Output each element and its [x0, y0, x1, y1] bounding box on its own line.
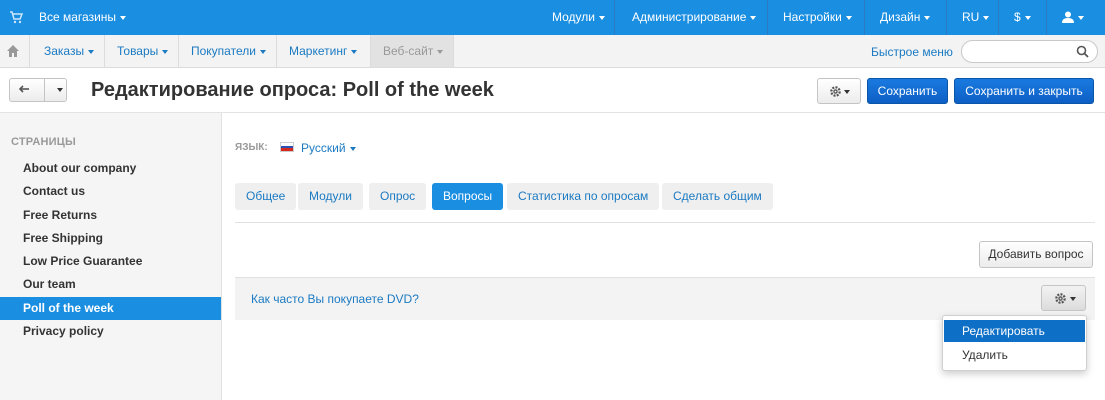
chevron-down-icon: [750, 15, 757, 20]
sidebar-item-free-shipping[interactable]: Free Shipping: [0, 227, 221, 250]
sidebar-item-contact[interactable]: Contact us: [0, 180, 221, 203]
menu-administration-label: Администрирование: [632, 10, 747, 24]
content-language-dropdown[interactable]: Русский: [301, 141, 356, 155]
quick-menu-link[interactable]: Быстрое меню: [871, 45, 953, 59]
question-actions-button[interactable]: [1041, 285, 1086, 311]
question-link[interactable]: Как часто Вы покупаете DVD?: [251, 292, 419, 306]
settings-dropdown-button[interactable]: [817, 78, 861, 104]
nav-products-label: Товары: [117, 44, 159, 58]
chevron-down-icon: [1024, 15, 1031, 20]
menu-design-label: Дизайн: [880, 10, 921, 24]
chevron-down-icon: [437, 49, 444, 54]
back-button-group[interactable]: [9, 78, 67, 102]
menu-settings-label: Настройки: [783, 10, 842, 24]
language-selector[interactable]: RU: [962, 10, 990, 24]
content-language-value: Русский: [301, 141, 346, 155]
tab-general[interactable]: Общее: [235, 183, 297, 210]
nav-orders[interactable]: Заказы: [44, 35, 95, 67]
sidebar: СТРАНИЦЫ About our company Contact us Fr…: [0, 113, 222, 400]
gear-icon: [830, 86, 841, 97]
divider: [44, 79, 45, 101]
nav-customers-label: Покупатели: [191, 44, 256, 58]
divider: [946, 0, 947, 35]
divider: [864, 0, 865, 35]
sidebar-item-about[interactable]: About our company: [0, 157, 221, 180]
top-bar: Все магазины Модули Администрирование На…: [0, 0, 1105, 35]
menu-administration[interactable]: Администрирование: [632, 10, 757, 24]
chevron-down-icon: [120, 15, 127, 20]
sidebar-item-privacy[interactable]: Privacy policy: [0, 320, 221, 343]
divider: [1046, 0, 1047, 35]
divider: [767, 0, 768, 35]
home-icon[interactable]: [7, 45, 19, 57]
currency-selector[interactable]: $: [1014, 10, 1031, 24]
language-label: ЯЗЫК:: [235, 142, 268, 153]
tab-poll-statistics[interactable]: Статистика по опросам: [507, 183, 660, 210]
all-stores-label: Все магазины: [39, 10, 117, 24]
language-code: RU: [962, 10, 980, 24]
page-title: Редактирование опроса: Poll of the week: [91, 79, 494, 101]
nav-marketing-label: Маркетинг: [289, 44, 348, 58]
nav-products[interactable]: Товары: [117, 35, 169, 67]
divider: [178, 35, 179, 67]
page-header: Редактирование опроса: Poll of the week …: [0, 68, 1105, 113]
cart-icon[interactable]: [9, 10, 23, 24]
menu-design[interactable]: Дизайн: [880, 10, 931, 24]
chevron-down-icon: [844, 90, 850, 94]
sidebar-item-low-price[interactable]: Low Price Guarantee: [0, 250, 221, 273]
chevron-down-icon: [924, 15, 931, 20]
divider: [276, 35, 277, 67]
nav-customers[interactable]: Покупатели: [191, 35, 266, 67]
tabs-divider: [235, 222, 1095, 223]
save-and-close-button[interactable]: Сохранить и закрыть: [954, 78, 1094, 104]
menu-modules-label: Модули: [552, 10, 595, 24]
main-nav: Заказы Товары Покупатели Маркетинг Веб-с…: [0, 35, 1105, 68]
sidebar-item-our-team[interactable]: Our team: [0, 273, 221, 296]
search-icon: [1076, 45, 1089, 58]
nav-website[interactable]: Веб-сайт: [371, 35, 453, 67]
question-row: Как часто Вы покупаете DVD?: [235, 277, 1095, 320]
chevron-down-icon: [845, 15, 852, 20]
gear-icon: [1055, 293, 1066, 304]
divider: [998, 0, 999, 35]
nav-marketing[interactable]: Маркетинг: [289, 35, 358, 67]
tab-modules[interactable]: Модули: [298, 183, 363, 210]
search-input[interactable]: [961, 40, 1098, 63]
russia-flag-icon: [280, 142, 294, 152]
chevron-down-icon: [1078, 15, 1084, 20]
menu-settings[interactable]: Настройки: [783, 10, 852, 24]
menu-modules[interactable]: Модули: [552, 10, 605, 24]
question-actions-menu: Редактировать Удалить: [942, 315, 1087, 371]
chevron-down-icon: [349, 146, 356, 151]
back-arrow-icon[interactable]: [19, 84, 35, 96]
tab-poll[interactable]: Опрос: [369, 183, 427, 210]
user-icon: [1062, 11, 1074, 23]
tab-questions[interactable]: Вопросы: [432, 183, 504, 210]
divider: [29, 35, 30, 67]
tab-share[interactable]: Сделать общим: [662, 183, 773, 210]
sidebar-item-poll-of-the-week[interactable]: Poll of the week: [0, 297, 221, 320]
save-button[interactable]: Сохранить: [867, 78, 948, 104]
menu-item-delete[interactable]: Удалить: [944, 344, 1085, 366]
all-stores-dropdown[interactable]: Все магазины: [39, 10, 127, 24]
chevron-down-icon: [88, 49, 95, 54]
add-question-button[interactable]: Добавить вопрос: [979, 241, 1093, 268]
nav-website-label: Веб-сайт: [383, 44, 434, 58]
chevron-down-icon: [351, 49, 358, 54]
user-menu[interactable]: [1062, 10, 1084, 24]
sidebar-heading: СТРАНИЦЫ: [11, 136, 76, 148]
divider: [614, 0, 615, 35]
nav-orders-label: Заказы: [44, 44, 85, 58]
sidebar-item-free-returns[interactable]: Free Returns: [0, 204, 221, 227]
divider: [453, 35, 454, 67]
chevron-down-icon: [162, 49, 169, 54]
currency-symbol: $: [1014, 10, 1021, 24]
chevron-down-icon: [259, 49, 266, 54]
chevron-down-icon: [598, 15, 605, 20]
chevron-down-icon: [1070, 297, 1076, 301]
menu-item-edit[interactable]: Редактировать: [944, 320, 1085, 342]
chevron-down-icon: [983, 15, 990, 20]
chevron-down-icon[interactable]: [57, 88, 63, 92]
divider: [104, 35, 105, 67]
